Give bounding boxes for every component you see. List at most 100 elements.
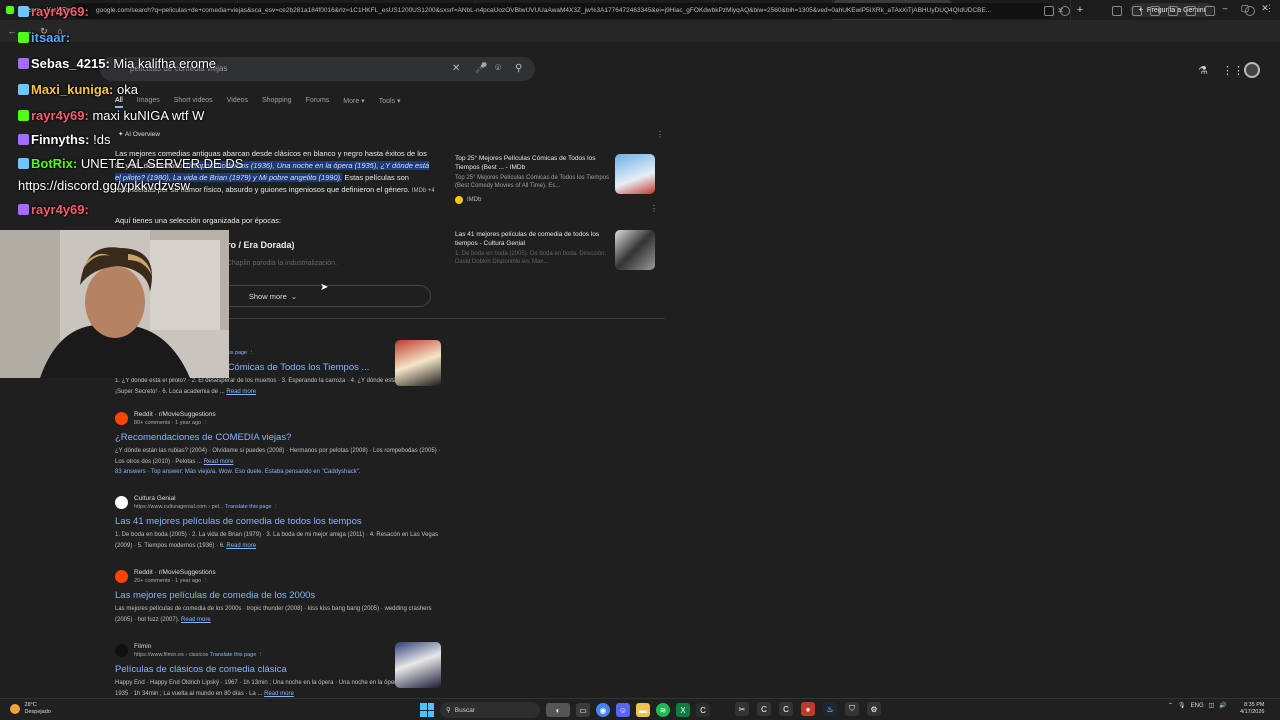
site-name: Reddit · r/MovieSuggestions (134, 569, 216, 576)
favorites-icon[interactable] (1186, 6, 1196, 16)
language-indicator[interactable]: ENG (1191, 703, 1204, 709)
chat-username: rayr4y69: (31, 4, 89, 19)
windows-start-icon[interactable] (420, 703, 434, 717)
chat-username: Sebas_4215: (31, 56, 110, 71)
downloads-icon[interactable] (1150, 6, 1160, 16)
excel-icon[interactable]: X (676, 703, 690, 717)
translate-link[interactable]: Translate this page (225, 504, 272, 510)
clear-icon[interactable]: ✕ (452, 63, 460, 74)
minimize-icon[interactable]: – (1215, 3, 1235, 13)
read-more-link[interactable]: Read more (181, 617, 211, 623)
result-site[interactable]: Reddit · r/MovieSuggestions 80+ comments … (115, 410, 445, 427)
result-site[interactable]: Reddit · r/MovieSuggestions 20+ comments … (115, 568, 445, 585)
capcut-icon[interactable]: ✂ (735, 702, 749, 716)
steam-icon[interactable]: ♨ (823, 702, 837, 716)
chat-message: https://discord.gg/ypkkvdzvsw (18, 178, 190, 193)
site-url: https://www.filmin.es › clasicos Transla… (134, 652, 264, 658)
chat-badge-icon (18, 32, 29, 43)
chat-username: Maxi_kuniga: (31, 82, 114, 97)
result-title-link[interactable]: Las 41 mejores películas de comedia de t… (115, 516, 445, 527)
chat-text: maxi kuNIGA wtf W (92, 108, 205, 123)
chrome-icon[interactable]: ◉ (596, 703, 610, 717)
chat-text: UNETE AL SERVER DE DS (80, 156, 244, 171)
cursor-app-icon[interactable]: C (696, 703, 710, 717)
taskbar-apps: ⚲ Buscar ◐ ▭ ◉ ☺ ▬ ≋ X C (420, 702, 710, 718)
translate-icon[interactable] (1044, 6, 1054, 16)
microphone-icon[interactable]: 🎙 (1178, 702, 1186, 709)
chat-badge-icon (18, 58, 29, 69)
taskbar-search[interactable]: ⚲ Buscar (440, 702, 540, 718)
card-menu-icon[interactable]: ⋮ (650, 204, 658, 213)
site-name: Filmin (134, 643, 152, 650)
webcam-feed (0, 230, 229, 378)
voice-search-icon[interactable]: 🎤 (475, 63, 487, 74)
chat-username: BotRix: (31, 156, 78, 171)
site-favicon-icon (115, 412, 128, 425)
file-explorer-icon[interactable]: ▬ (636, 703, 650, 717)
app-c2-icon[interactable]: C (779, 702, 793, 716)
volume-icon[interactable]: 🔊 (1219, 702, 1226, 709)
answers-summary[interactable]: 83 answers · Top answer: Más viejo/a. Wo… (115, 469, 445, 475)
spotify-icon[interactable]: ≋ (656, 703, 670, 717)
system-clock[interactable]: 8:35 PM 4/17/2026 (1240, 702, 1264, 716)
weather-widget[interactable]: 28°C Despejado (10, 702, 51, 716)
chat-message: rayr4y69: maxi kuNIGA wtf W (18, 108, 204, 123)
webcam-image (0, 230, 229, 378)
shield-icon[interactable]: ⛉ (845, 702, 859, 716)
ai-overview-menu-icon[interactable]: ⋮ (656, 130, 664, 139)
menu-icon[interactable]: ⋮ (1265, 3, 1275, 13)
result-title-link[interactable]: ¿Recomendaciones de COMEDIA viejas? (115, 432, 445, 443)
task-view-icon[interactable]: ▭ (576, 703, 590, 717)
chat-username: itsaar: (31, 30, 71, 45)
ai-source-card[interactable]: Las 41 mejores películas de comedia de t… (455, 230, 660, 270)
bookmark-star-icon[interactable] (1060, 6, 1070, 16)
account-avatar[interactable] (1244, 62, 1260, 78)
chat-badge-icon (18, 134, 29, 145)
new-tab-button[interactable]: + (1071, 4, 1089, 16)
result-site[interactable]: Cultura Genial https://www.culturagenial.… (115, 494, 445, 511)
site-favicon-icon (115, 496, 128, 509)
chat-badge-icon (18, 110, 29, 121)
read-more-link[interactable]: Read more (204, 459, 234, 465)
read-more-link[interactable]: Read more (264, 691, 294, 697)
site-url: https://www.culturagenial.com › pel... T… (134, 504, 279, 510)
result-title-link[interactable]: Las mejores películas de comedia de los … (115, 590, 445, 601)
lens-icon[interactable]: ⌾ (495, 63, 501, 74)
chat-username: rayr4y69: (31, 108, 89, 123)
sun-icon (10, 704, 20, 714)
site-name: Reddit · r/MovieSuggestions (134, 411, 216, 418)
chat-message: Sebas_4215: Mia kalifha erome (18, 56, 216, 71)
search-icon[interactable]: ⚲ (515, 63, 522, 74)
result-snippet: Las mejores películas de comedia de los … (115, 606, 432, 623)
chat-badge-icon (18, 158, 29, 169)
profile-avatar-icon[interactable] (1245, 6, 1255, 16)
chat-message: Finnyths: !ds (18, 132, 110, 147)
search-result: Reddit · r/MovieSuggestions 20+ comments … (115, 568, 445, 626)
tab-favicon-icon (6, 6, 14, 14)
extensions-icon[interactable] (1112, 6, 1122, 16)
obs-icon[interactable]: ● (801, 702, 815, 716)
read-more-link[interactable]: Read more (226, 389, 256, 395)
settings-icon[interactable]: ⚙ (867, 702, 881, 716)
apps-grid-icon[interactable]: ⋮⋮ (1222, 64, 1244, 77)
search-result: Filmin https://www.filmin.es › clasicos T… (115, 642, 445, 700)
result-thumbnail[interactable] (395, 340, 441, 386)
side-panel-icon[interactable] (1205, 6, 1215, 16)
chat-text: https://discord.gg/ypkkvdzvsw (18, 178, 190, 193)
sync-icon[interactable] (1132, 6, 1142, 16)
discord-icon[interactable]: ☺ (616, 703, 630, 717)
chat-badge-icon (18, 204, 29, 215)
result-thumbnail[interactable] (395, 642, 441, 688)
history-icon[interactable] (1168, 6, 1178, 16)
labs-icon[interactable]: ⚗ (1198, 64, 1208, 77)
card-thumbnail (615, 230, 655, 270)
network-icon[interactable]: ◫ (1209, 702, 1215, 709)
widget-icon[interactable]: ◐ (546, 703, 570, 717)
system-tray: ⌃ 🎙 ENG ◫ 🔊 (1168, 702, 1227, 710)
read-more-link[interactable]: Read more (226, 543, 256, 549)
translate-link[interactable]: Translate this page (210, 652, 257, 658)
result-snippet: ¿Y dónde están las rubias? (2004) · Olví… (115, 448, 441, 465)
chevron-up-icon[interactable]: ⌃ (1168, 702, 1173, 709)
ai-source-card[interactable]: Top 25° Mejores Películas Cómicas de Tod… (455, 154, 660, 213)
app-c-icon[interactable]: C (757, 702, 771, 716)
